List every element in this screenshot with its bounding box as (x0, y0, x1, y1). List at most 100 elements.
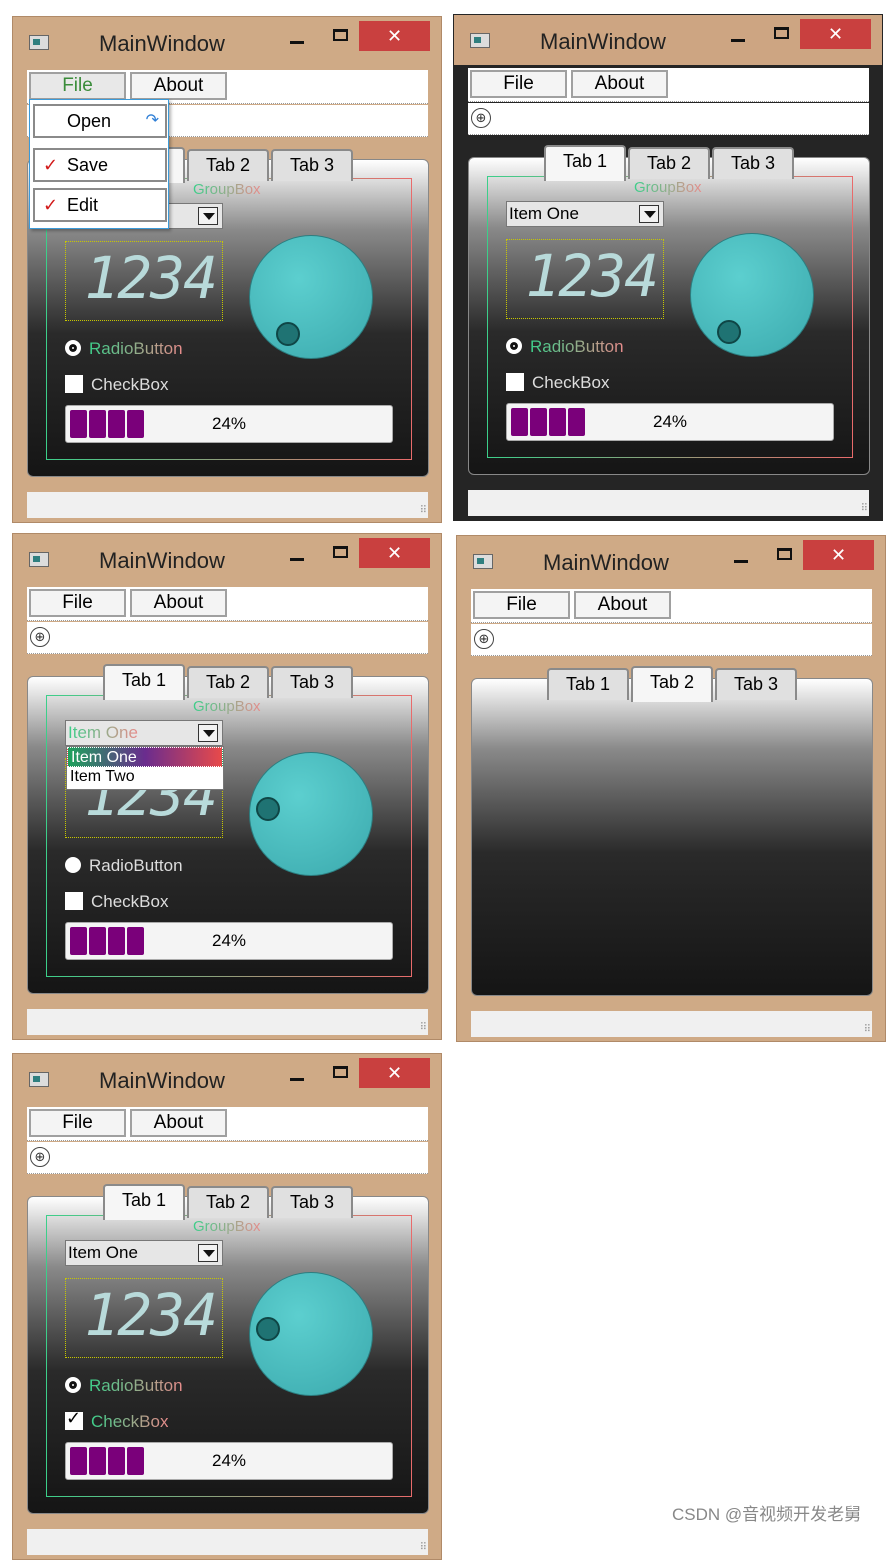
toolbar: ⊕ (468, 103, 869, 135)
combo-box[interactable]: Item One (65, 720, 223, 746)
title-bar: MainWindow ✕ (13, 1054, 441, 1104)
minimize-icon[interactable] (290, 558, 304, 561)
menu-item-edit[interactable]: ✓ Edit (33, 188, 167, 222)
tab-3[interactable]: Tab 3 (712, 147, 794, 179)
tab-2[interactable]: Tab 2 (187, 149, 269, 181)
toolbar-move-icon[interactable]: ⊕ (474, 629, 494, 649)
close-button[interactable]: ✕ (359, 538, 430, 568)
tab-2[interactable]: Tab 2 (187, 666, 269, 698)
chevron-down-icon[interactable] (198, 724, 218, 742)
menu-about[interactable]: About (130, 72, 227, 100)
app-icon (470, 33, 490, 48)
size-grip-icon[interactable]: ⠿ (864, 1024, 871, 1035)
dial-handle[interactable] (256, 1317, 280, 1341)
menu-item-open[interactable]: Open ↷ (33, 104, 167, 138)
lcd-value: 1234 (84, 1281, 218, 1349)
toolbar: ⊕ (27, 1142, 428, 1174)
checkbox[interactable]: CheckBox (506, 373, 609, 393)
dial-handle[interactable] (717, 320, 741, 344)
radio-button[interactable]: RadioButton (65, 1376, 183, 1396)
radio-indicator[interactable] (65, 340, 81, 356)
minimize-icon[interactable] (731, 39, 745, 42)
menu-item-save[interactable]: ✓ Save (33, 148, 167, 182)
size-grip-icon[interactable]: ⠿ (420, 1542, 427, 1553)
close-button[interactable]: ✕ (800, 19, 871, 49)
title-bar: MainWindow ✕ (457, 536, 885, 586)
radio-button[interactable]: RadioButton (506, 337, 624, 357)
tab-3[interactable]: Tab 3 (271, 1186, 353, 1218)
maximize-icon[interactable] (333, 546, 348, 558)
toolbar: ⊕ (471, 624, 872, 656)
tab-pane: GroupBoxItem One1234RadioButtonCheckBox2… (27, 676, 429, 994)
tab-3[interactable]: Tab 3 (715, 668, 797, 700)
tab-2[interactable]: Tab 2 (631, 666, 713, 702)
status-bar: ⠿ (468, 490, 869, 516)
size-grip-icon[interactable]: ⠿ (420, 1022, 427, 1033)
minimize-icon[interactable] (290, 1078, 304, 1081)
close-button[interactable]: ✕ (803, 540, 874, 570)
maximize-icon[interactable] (333, 29, 348, 41)
checkbox-indicator[interactable] (506, 373, 524, 391)
combo-box[interactable]: Item One (506, 201, 664, 227)
combo-option[interactable]: Item Two (67, 767, 223, 787)
radio-button[interactable]: RadioButton (65, 339, 183, 359)
radio-button[interactable]: RadioButton (65, 856, 183, 876)
radio-label: RadioButton (89, 339, 183, 358)
toolbar-move-icon[interactable]: ⊕ (30, 1147, 50, 1167)
chevron-down-icon[interactable] (198, 1244, 218, 1262)
menu-file[interactable]: File (29, 1109, 126, 1137)
tab-2[interactable]: Tab 2 (187, 1186, 269, 1218)
dial-handle[interactable] (256, 797, 280, 821)
minimize-icon[interactable] (290, 41, 304, 44)
tab-2[interactable]: Tab 2 (628, 147, 710, 179)
size-grip-icon[interactable]: ⠿ (420, 505, 427, 516)
tab-1[interactable]: Tab 1 (103, 1184, 185, 1220)
menu-about[interactable]: About (571, 70, 668, 98)
toolbar-move-icon[interactable]: ⊕ (471, 108, 491, 128)
tab-1[interactable]: Tab 1 (544, 145, 626, 181)
chevron-down-icon[interactable] (639, 205, 659, 223)
maximize-icon[interactable] (774, 27, 789, 39)
close-button[interactable]: ✕ (359, 21, 430, 51)
radio-indicator[interactable] (65, 1377, 81, 1393)
dial-handle[interactable] (276, 322, 300, 346)
menu-about[interactable]: About (574, 591, 671, 619)
checkbox[interactable]: CheckBox (65, 1408, 168, 1432)
combo-value: Item One (68, 723, 138, 742)
menu-bar: File About (27, 1107, 428, 1141)
checkbox[interactable]: CheckBox (65, 375, 168, 395)
menu-about[interactable]: About (130, 589, 227, 617)
dial[interactable] (690, 233, 814, 357)
size-grip-icon[interactable]: ⠿ (861, 503, 868, 514)
file-dropdown-menu: Open ↷ ✓ Save ✓ Edit (29, 99, 169, 229)
tab-1[interactable]: Tab 1 (103, 664, 185, 700)
chevron-down-icon[interactable] (198, 207, 218, 225)
maximize-icon[interactable] (777, 548, 792, 560)
close-button[interactable]: ✕ (359, 1058, 430, 1088)
maximize-icon[interactable] (333, 1066, 348, 1078)
combo-option[interactable]: Item One (67, 747, 223, 767)
dial[interactable] (249, 235, 373, 359)
radio-indicator[interactable] (65, 857, 81, 873)
tab-1[interactable]: Tab 1 (547, 668, 629, 700)
checkbox-indicator[interactable] (65, 1408, 83, 1430)
menu-file[interactable]: File (29, 72, 126, 100)
radio-indicator[interactable] (506, 338, 522, 354)
dial[interactable] (249, 1272, 373, 1396)
menu-file[interactable]: File (29, 589, 126, 617)
menu-about[interactable]: About (130, 1109, 227, 1137)
checkbox[interactable]: CheckBox (65, 892, 168, 912)
tab-3[interactable]: Tab 3 (271, 666, 353, 698)
minimize-icon[interactable] (734, 560, 748, 563)
toolbar: ⊕ (27, 622, 428, 654)
combo-box[interactable]: Item One (65, 1240, 223, 1266)
dial[interactable] (249, 752, 373, 876)
tab-3[interactable]: Tab 3 (271, 149, 353, 181)
toolbar-move-icon[interactable]: ⊕ (30, 627, 50, 647)
menu-file[interactable]: File (470, 70, 567, 98)
window-title: MainWindow (99, 31, 225, 56)
progress-text: 24% (211, 414, 247, 433)
checkbox-indicator[interactable] (65, 375, 83, 393)
menu-file[interactable]: File (473, 591, 570, 619)
checkbox-indicator[interactable] (65, 892, 83, 910)
